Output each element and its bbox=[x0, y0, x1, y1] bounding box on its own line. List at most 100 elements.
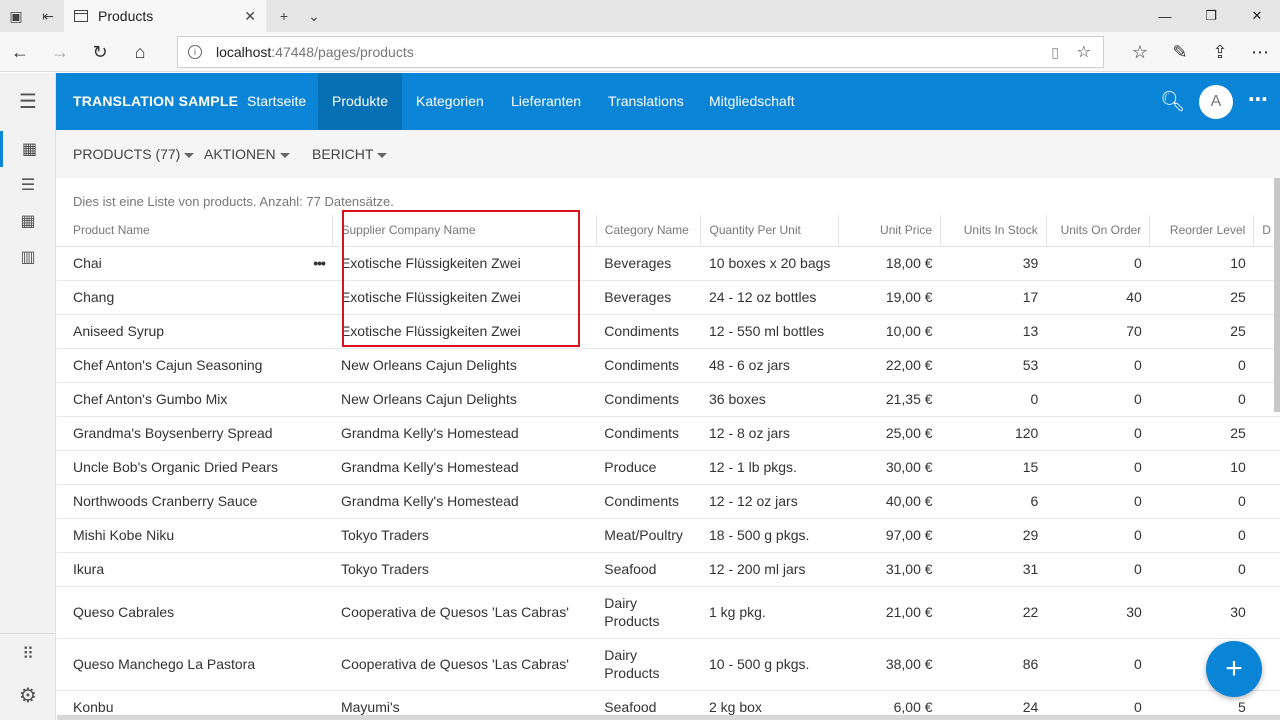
table-cell: 0 bbox=[1134, 699, 1142, 715]
list-view-icon[interactable]: ☰ bbox=[0, 167, 56, 203]
nav-produkte[interactable]: Produkte bbox=[318, 73, 403, 130]
products-table: Product Name Supplier Company Name Categ… bbox=[57, 215, 1280, 720]
table-cell: 25 bbox=[1230, 289, 1246, 305]
table-cell: 24 - 12 oz bottles bbox=[708, 289, 817, 305]
column-header-product-name[interactable]: Product Name bbox=[57, 215, 334, 247]
column-header-category[interactable]: Category Name bbox=[596, 215, 702, 247]
chart-view-icon[interactable]: ▥ bbox=[0, 239, 56, 275]
column-header-units-in-stock[interactable]: Units In Stock bbox=[940, 215, 1047, 247]
products-dropdown[interactable]: PRODUCTS (77) bbox=[73, 130, 195, 178]
forward-icon[interactable]: → bbox=[40, 36, 80, 68]
apps-icon[interactable]: ⠿ bbox=[0, 636, 56, 672]
home-icon[interactable]: ⌂ bbox=[120, 36, 160, 68]
share-icon[interactable]: ⇪ bbox=[1200, 36, 1240, 68]
table-cell: Konbu bbox=[73, 699, 114, 715]
table-cell: Cooperativa de Quesos 'Las Cabras' bbox=[340, 656, 569, 672]
avatar[interactable]: A bbox=[1199, 85, 1233, 119]
table-cell: Tokyo Traders bbox=[340, 561, 429, 577]
minimize-icon[interactable]: — bbox=[1142, 0, 1188, 32]
table-cell: Seafood bbox=[604, 561, 657, 577]
table-cell: Grandma Kelly's Homestead bbox=[340, 425, 519, 441]
favorite-star-icon[interactable]: ☆ bbox=[1077, 42, 1091, 62]
table-row[interactable]: Grandma's Boysenberry Spread Grandma Kell… bbox=[57, 416, 1280, 451]
column-header-quantity[interactable]: Quantity Per Unit bbox=[700, 215, 839, 247]
table-row[interactable]: Uncle Bob's Organic Dried Pears Grandma K… bbox=[57, 450, 1280, 485]
chevron-down-icon bbox=[279, 152, 290, 158]
restore-icon[interactable]: ❐ bbox=[1188, 0, 1234, 32]
tab-title: Products bbox=[98, 8, 154, 24]
window-close-icon[interactable]: ✕ bbox=[1234, 0, 1280, 32]
refresh-icon[interactable]: ↻ bbox=[80, 36, 120, 68]
reading-view-icon[interactable]: ▯ bbox=[1051, 44, 1059, 61]
cards-view-icon[interactable]: ▦ bbox=[0, 203, 56, 239]
page-icon bbox=[74, 10, 88, 22]
nav-mitgliedschaft[interactable]: Mitgliedschaft bbox=[695, 73, 809, 130]
table-row[interactable]: Queso Manchego La Pastora Cooperativa de … bbox=[57, 638, 1280, 691]
column-header-unit-price[interactable]: Unit Price bbox=[838, 215, 942, 247]
table-cell: 2 kg box bbox=[708, 699, 762, 715]
more-icon[interactable]: ⋯ bbox=[1240, 36, 1280, 68]
table-cell: 97,00 € bbox=[885, 527, 933, 543]
table-row[interactable]: Mishi Kobe Niku Tokyo Traders Meat/Poultry… bbox=[57, 518, 1280, 553]
new-tab-icon[interactable]: + bbox=[268, 0, 300, 32]
url-host: localhost bbox=[216, 44, 272, 60]
nav-kategorien[interactable]: Kategorien bbox=[402, 73, 498, 130]
close-tab-icon[interactable]: ✕ bbox=[244, 8, 256, 25]
add-button[interactable]: + bbox=[1206, 641, 1262, 697]
table-cell: Uncle Bob's Organic Dried Pears bbox=[73, 459, 278, 475]
table-cell: 10 boxes x 20 bags bbox=[708, 255, 831, 271]
table-body: Chai ••• Exotische Flüssigkeiten Zwei Bever… bbox=[57, 246, 1280, 720]
vertical-scrollbar[interactable] bbox=[1274, 178, 1280, 412]
nav-startseite[interactable]: Startseite bbox=[233, 73, 320, 130]
table-cell: Cooperativa de Quesos 'Las Cabras' bbox=[340, 604, 569, 620]
table-cell: 22,00 € bbox=[885, 357, 933, 373]
table-row[interactable]: Chai ••• Exotische Flüssigkeiten Zwei Bever… bbox=[57, 246, 1280, 281]
table-cell: 53 bbox=[1022, 357, 1039, 373]
table-row[interactable]: Chef Anton's Cajun Seasoning New Orleans … bbox=[57, 348, 1280, 383]
search-icon[interactable]: 🔍︎ bbox=[1160, 89, 1185, 114]
browser-tab[interactable]: Products ✕ bbox=[64, 0, 266, 32]
table-row[interactable]: Ikura Tokyo Traders Seafood 12 - 200 ml jar… bbox=[57, 552, 1280, 587]
column-header-reorder-level[interactable]: Reorder Level bbox=[1149, 215, 1255, 247]
report-dropdown[interactable]: BERICHT bbox=[312, 130, 388, 178]
site-info-icon[interactable]: i bbox=[188, 45, 202, 59]
table-row[interactable]: Chef Anton's Gumbo Mix New Orleans Cajun … bbox=[57, 382, 1280, 417]
row-menu-icon[interactable]: ••• bbox=[313, 255, 326, 271]
nav-lieferanten[interactable]: Lieferanten bbox=[497, 73, 595, 130]
table-cell: 10 bbox=[1230, 255, 1246, 271]
table-cell: 0 bbox=[1238, 527, 1246, 543]
view-toolbar: PRODUCTS (77) AKTIONEN BERICHT bbox=[56, 130, 1280, 178]
nav-translations[interactable]: Translations bbox=[594, 73, 698, 130]
table-cell: Condiments bbox=[604, 425, 679, 441]
actions-dropdown[interactable]: AKTIONEN bbox=[204, 130, 290, 178]
table-cell: 12 - 12 oz jars bbox=[708, 493, 798, 509]
table-row[interactable]: Chang Exotische Flüssigkeiten Zwei Beverag… bbox=[57, 280, 1280, 315]
back-icon[interactable]: ← bbox=[0, 36, 40, 68]
table-cell: 18,00 € bbox=[885, 255, 933, 271]
app-more-icon[interactable]: ⋯ bbox=[1248, 87, 1268, 112]
set-aside-tabs-icon[interactable]: ⇤ bbox=[32, 0, 64, 32]
table-row[interactable]: Aniseed Syrup Exotische Flüssigkeiten Zwe… bbox=[57, 314, 1280, 349]
settings-gear-icon[interactable]: ⚙ bbox=[0, 677, 56, 713]
table-cell: 30,00 € bbox=[885, 459, 933, 475]
app-brand[interactable]: TRANSLATION SAMPLE bbox=[73, 73, 238, 130]
table-cell: 40,00 € bbox=[885, 493, 933, 509]
table-row[interactable]: Queso Cabrales Cooperativa de Quesos 'Las… bbox=[57, 586, 1280, 639]
sidebar-divider bbox=[0, 633, 56, 634]
horizontal-scrollbar[interactable] bbox=[57, 715, 1280, 720]
table-cell: 70 bbox=[1126, 323, 1142, 339]
notes-pen-icon[interactable]: ✎ bbox=[1160, 36, 1200, 68]
table-cell: Dairy Products bbox=[604, 647, 660, 681]
grid-view-icon[interactable]: ▦ bbox=[0, 131, 56, 167]
favorites-icon[interactable]: ☆ bbox=[1120, 36, 1160, 68]
table-cell: Condiments bbox=[604, 391, 679, 407]
tab-preview-chevron-icon[interactable]: ⌄ bbox=[298, 0, 330, 32]
table-cell: 0 bbox=[1134, 425, 1142, 441]
table-cell: 6,00 € bbox=[893, 699, 933, 715]
column-header-units-on-order[interactable]: Units On Order bbox=[1046, 215, 1151, 247]
hamburger-menu-icon[interactable]: ☰ bbox=[0, 83, 56, 119]
table-row[interactable]: Northwoods Cranberry Sauce Grandma Kelly'… bbox=[57, 484, 1280, 519]
chevron-down-icon bbox=[377, 152, 388, 158]
url-field[interactable]: i localhost:47448/pages/products ▯ ☆ bbox=[177, 36, 1104, 68]
tab-actions-icon[interactable]: ▣ bbox=[0, 0, 32, 32]
